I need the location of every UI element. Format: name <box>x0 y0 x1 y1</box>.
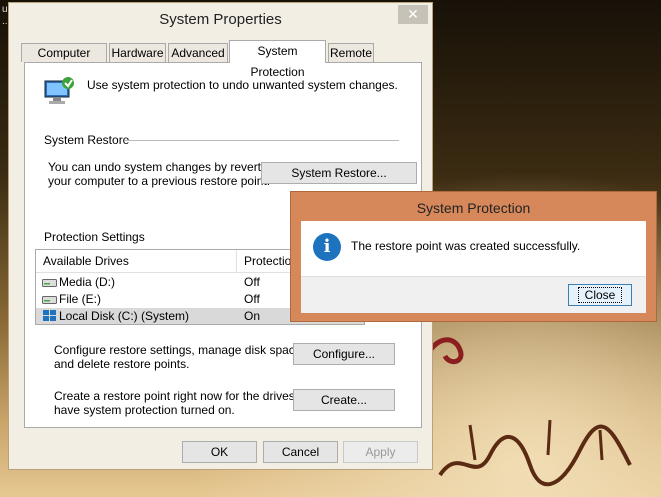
drive-name: File (E:) <box>59 292 101 306</box>
system-restore-heading: System Restore <box>44 133 130 147</box>
system-protection-icon <box>44 77 74 104</box>
apply-button[interactable]: Apply <box>343 441 418 463</box>
dialog-title: System Protection <box>416 200 531 216</box>
column-available-drives[interactable]: Available Drives <box>43 254 129 268</box>
wallpaper-calligraphy <box>438 419 632 487</box>
drive-protection-state: Off <box>244 275 260 289</box>
create-button[interactable]: Create... <box>293 389 395 411</box>
cancel-button[interactable]: Cancel <box>263 441 338 463</box>
divider <box>124 140 399 141</box>
tab-hardware[interactable]: Hardware <box>109 43 166 62</box>
protection-settings-heading: Protection Settings <box>44 230 145 244</box>
dialog-body: i The restore point was created successf… <box>301 221 646 313</box>
drive-name: Media (D:) <box>59 275 116 289</box>
restore-desc-line: your computer to a previous restore poin… <box>48 174 271 188</box>
hard-drive-icon <box>42 279 57 287</box>
column-divider <box>236 250 237 272</box>
create-desc-line: have system protection turned on. <box>54 403 235 417</box>
tab-system-protection[interactable]: System Protection <box>229 40 326 79</box>
system-restore-button[interactable]: System Restore... <box>261 162 417 184</box>
drive-protection-state: Off <box>244 292 260 306</box>
configure-button[interactable]: Configure... <box>293 343 395 365</box>
window-title: System Properties <box>159 11 282 28</box>
configure-desc-line: Configure restore settings, manage disk … <box>54 343 305 357</box>
close-button[interactable]: Close <box>568 284 632 306</box>
configure-desc-line: and delete restore points. <box>54 357 190 371</box>
drive-protection-state: On <box>244 309 261 323</box>
drive-name: Local Disk (C:) (System) <box>59 309 190 323</box>
dialog-message: The restore point was created successful… <box>351 239 581 253</box>
create-desc-line: Create a restore point right now for the… <box>54 389 319 403</box>
close-icon[interactable]: ✕ <box>398 5 428 24</box>
intro-text: Use system protection to undo unwanted s… <box>87 78 398 92</box>
tab-advanced[interactable]: Advanced <box>168 43 228 62</box>
tab-remote[interactable]: Remote <box>328 43 374 62</box>
info-icon: i <box>313 233 341 261</box>
tab-computer-name[interactable]: Computer Name <box>21 43 107 79</box>
close-button-label: Close <box>577 287 623 303</box>
restore-desc-line: You can undo system changes by reverting <box>48 160 278 174</box>
windows-drive-icon <box>43 310 56 321</box>
dialog-footer: Close <box>301 276 646 313</box>
ok-button[interactable]: OK <box>182 441 257 463</box>
system-protection-dialog: System Protection i The restore point wa… <box>290 191 657 322</box>
hard-drive-icon <box>42 296 57 304</box>
